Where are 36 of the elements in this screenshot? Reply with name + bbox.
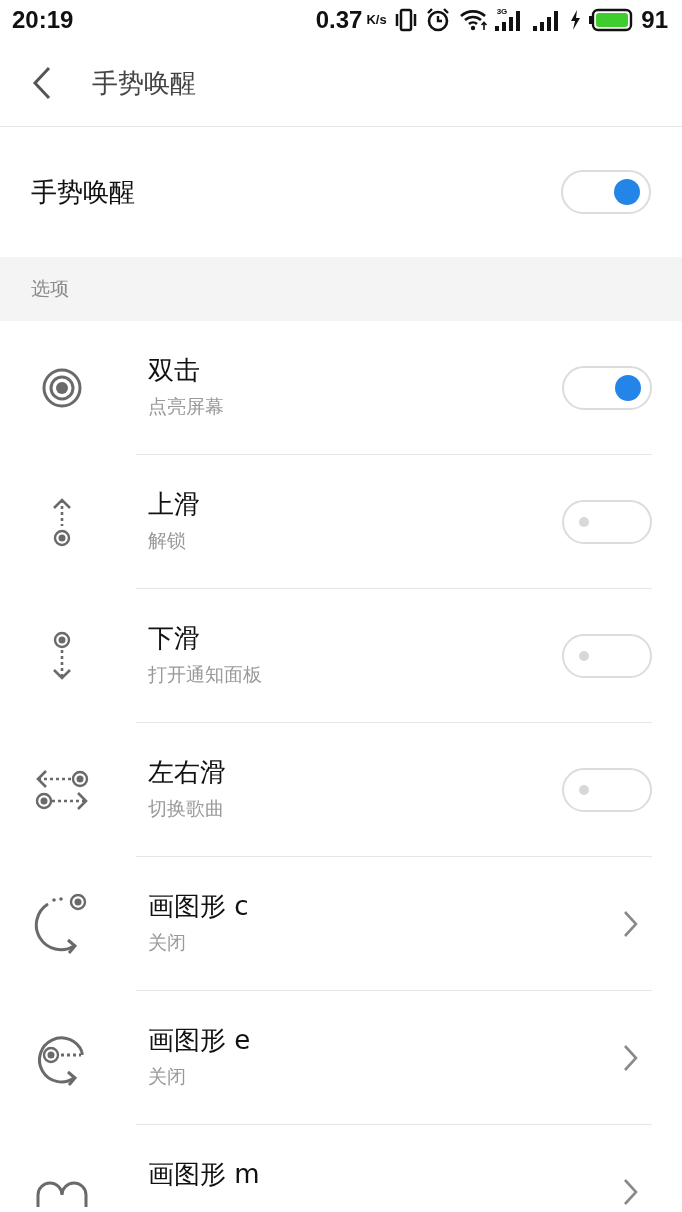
toggle-switch[interactable] xyxy=(562,499,652,544)
speed-unit: K/s xyxy=(366,12,387,27)
network-speed: 0.37 xyxy=(315,6,363,34)
back-icon[interactable] xyxy=(32,66,52,100)
option-title: 左右滑 xyxy=(148,756,226,789)
option-title: 上滑 xyxy=(148,488,200,521)
option-subtitle: 关闭 xyxy=(148,930,187,955)
option-title: 下滑 xyxy=(148,622,201,655)
status-time: 20:19 xyxy=(12,6,74,34)
option-title: 画图形 c xyxy=(148,890,249,923)
toggle-switch[interactable] xyxy=(561,170,651,214)
vibrate-icon xyxy=(394,8,417,32)
option-title: 双击 xyxy=(148,354,201,387)
option-subtitle: 打开通知面板 xyxy=(148,662,262,687)
option-title: 画图形 e xyxy=(148,1024,251,1057)
chevron-right-icon[interactable] xyxy=(622,909,638,938)
chevron-right-icon[interactable] xyxy=(622,1043,638,1072)
wifi-icon xyxy=(458,8,489,32)
toggle-switch[interactable] xyxy=(562,767,652,812)
option-subtitle: 切换歌曲 xyxy=(148,796,225,821)
page-title: 手势唤醒 xyxy=(92,66,196,100)
setting-label: 手势唤醒 xyxy=(31,175,135,209)
swipe-down-icon xyxy=(50,630,74,682)
option-title: 画图形 m xyxy=(148,1158,260,1191)
battery-level: 91 xyxy=(641,6,668,34)
network-type: 3G xyxy=(496,8,508,16)
toggle-switch[interactable] xyxy=(562,633,652,678)
option-subtitle: 关闭 xyxy=(148,1064,187,1089)
battery-icon xyxy=(589,8,634,32)
option-subtitle: 解锁 xyxy=(148,528,187,553)
chevron-right-icon[interactable] xyxy=(622,1177,638,1206)
option-subtitle: 点亮屏幕 xyxy=(148,394,224,419)
toggle-switch[interactable] xyxy=(562,365,652,410)
target-icon xyxy=(41,367,83,409)
charging-icon xyxy=(569,9,582,31)
section-title: 选项 xyxy=(31,276,69,301)
